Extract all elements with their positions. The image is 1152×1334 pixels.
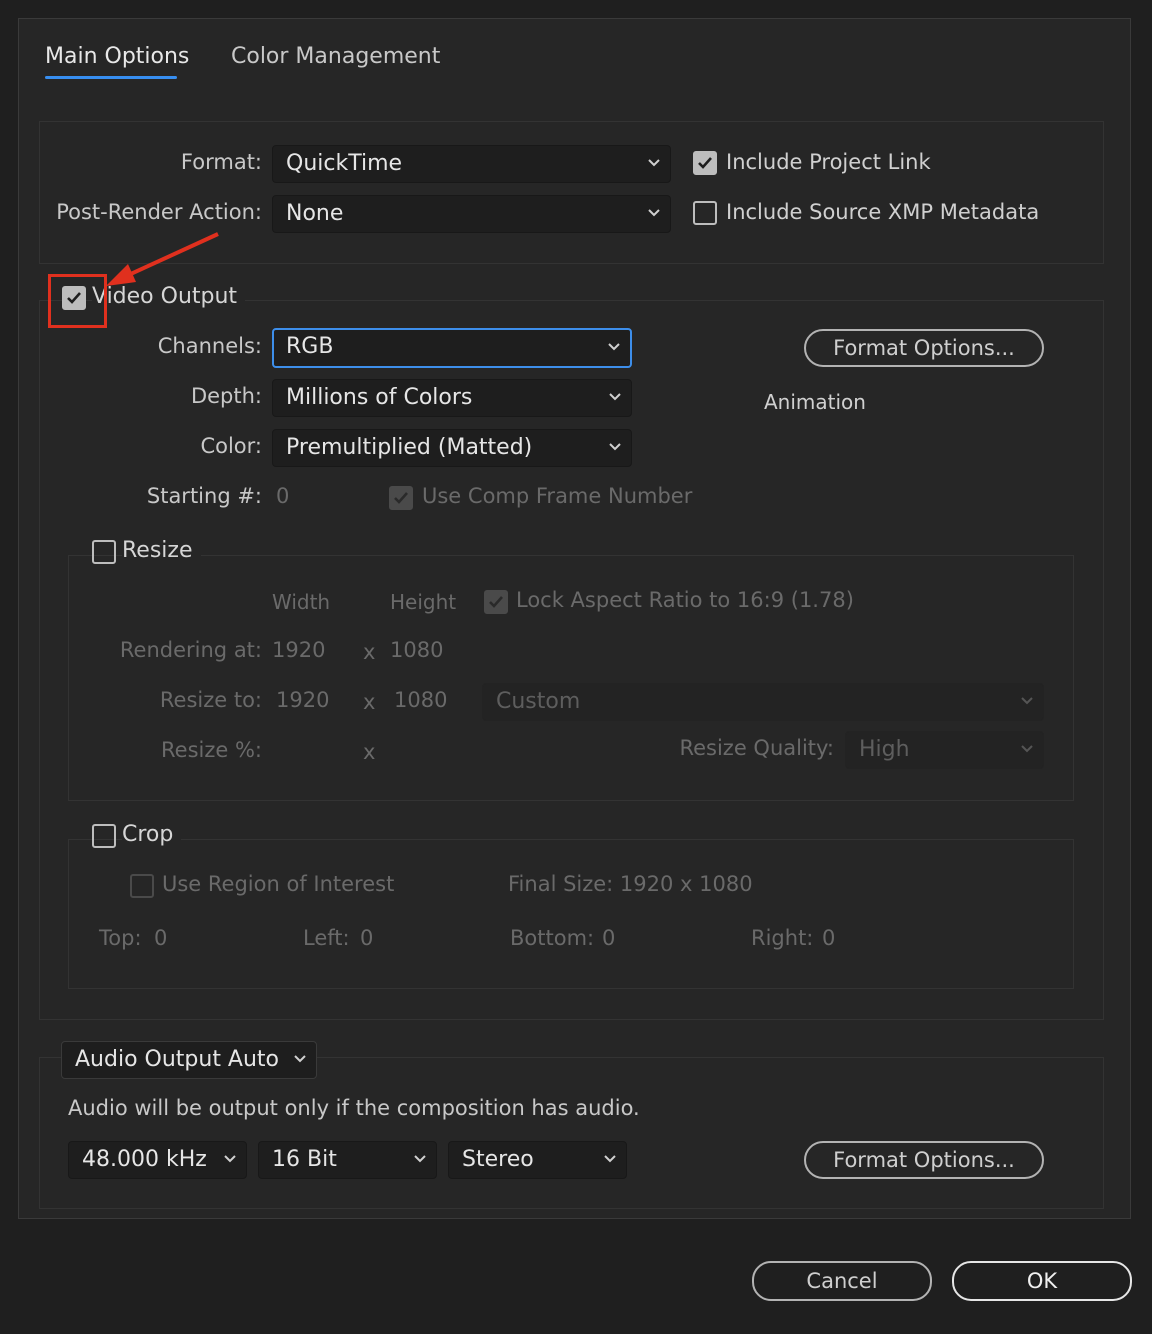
video-format-options-button[interactable]: Format Options...	[804, 329, 1044, 367]
audio-channels-value: Stereo	[462, 1147, 534, 1172]
resize-height-input[interactable]: 1080	[394, 688, 447, 712]
post-render-label: Post-Render Action:	[56, 200, 262, 224]
audio-rate-value: 48.000 kHz	[82, 1147, 207, 1172]
include-xmp-label: Include Source XMP Metadata	[726, 200, 1040, 224]
rendering-width-value: 1920	[272, 638, 326, 662]
starting-number-label: Starting #:	[146, 484, 262, 508]
audio-channels-select[interactable]: Stereo	[448, 1141, 627, 1179]
post-render-select-value: None	[286, 201, 344, 226]
active-tab-indicator	[45, 76, 177, 79]
chevron-down-icon	[609, 443, 621, 453]
use-roi-checkbox[interactable]	[130, 874, 154, 898]
depth-label: Depth:	[190, 384, 262, 408]
chevron-down-icon	[608, 343, 620, 353]
depth-select[interactable]: Millions of Colors	[272, 379, 632, 417]
chevron-down-icon	[1021, 697, 1033, 707]
resize-quality-select[interactable]: High	[845, 731, 1044, 769]
rendering-height-value: 1080	[390, 638, 444, 662]
crop-left-label: Left:	[303, 926, 350, 950]
audio-note: Audio will be output only if the composi…	[68, 1096, 640, 1120]
depth-select-value: Millions of Colors	[286, 385, 473, 410]
include-project-link-label: Include Project Link	[726, 150, 931, 174]
tab-main-options[interactable]: Main Options	[45, 44, 189, 69]
resize-to-label: Resize to:	[159, 688, 262, 712]
resize-title: Resize	[122, 538, 201, 563]
crop-title: Crop	[122, 822, 182, 847]
color-label: Color:	[200, 434, 262, 458]
resize-quality-label: Resize Quality:	[679, 736, 834, 760]
chevron-down-icon	[648, 159, 660, 169]
color-select[interactable]: Premultiplied (Matted)	[272, 429, 632, 467]
audio-bits-value: 16 Bit	[272, 1147, 337, 1172]
audio-panel	[39, 1057, 1104, 1209]
crop-right-value[interactable]: 0	[822, 926, 835, 950]
rendering-at-label: Rendering at:	[119, 638, 262, 662]
chevron-down-icon	[604, 1155, 616, 1165]
resize-quality-value: High	[859, 737, 910, 762]
tab-color-management[interactable]: Color Management	[231, 44, 440, 69]
format-label: Format:	[180, 150, 262, 174]
post-render-select[interactable]: None	[272, 195, 671, 233]
cancel-button[interactable]: Cancel	[752, 1261, 932, 1301]
ok-button[interactable]: OK	[952, 1261, 1132, 1301]
resize-percent-x-symbol: x	[363, 740, 376, 764]
use-comp-frame-label: Use Comp Frame Number	[422, 484, 693, 508]
channels-label: Channels:	[157, 334, 262, 358]
audio-output-mode-select[interactable]: Audio Output Auto	[61, 1041, 317, 1079]
include-project-link-checkbox[interactable]	[693, 151, 717, 175]
annotation-highlight-box	[48, 274, 107, 328]
chevron-down-icon	[414, 1155, 426, 1165]
resize-x-symbol: x	[363, 690, 376, 714]
audio-rate-select[interactable]: 48.000 kHz	[68, 1141, 247, 1179]
audio-output-mode-value: Audio Output Auto	[75, 1047, 280, 1072]
crop-bottom-value[interactable]: 0	[602, 926, 615, 950]
final-size-label: Final Size: 1920 x 1080	[508, 872, 753, 896]
resize-preset-select[interactable]: Custom	[482, 683, 1044, 721]
use-comp-frame-checkbox[interactable]	[389, 486, 413, 510]
audio-bits-select[interactable]: 16 Bit	[258, 1141, 437, 1179]
format-select[interactable]: QuickTime	[272, 145, 671, 183]
chevron-down-icon	[1021, 745, 1033, 755]
resize-width-input[interactable]: 1920	[276, 688, 329, 712]
include-xmp-checkbox[interactable]	[693, 201, 717, 225]
crop-left-value[interactable]: 0	[360, 926, 373, 950]
height-header: Height	[390, 590, 457, 614]
chevron-down-icon	[294, 1055, 306, 1065]
lock-aspect-label: Lock Aspect Ratio to 16:9 (1.78)	[516, 588, 854, 612]
resize-preset-value: Custom	[496, 689, 581, 714]
format-select-value: QuickTime	[286, 151, 403, 176]
crop-right-label: Right:	[751, 926, 814, 950]
crop-panel	[68, 839, 1074, 989]
resize-percent-label: Resize %:	[161, 738, 262, 762]
chevron-down-icon	[224, 1155, 236, 1165]
codec-label: Animation	[764, 390, 866, 414]
channels-select-value: RGB	[286, 334, 334, 359]
audio-format-options-button[interactable]: Format Options...	[804, 1141, 1044, 1179]
crop-top-value[interactable]: 0	[154, 926, 167, 950]
crop-bottom-label: Bottom:	[510, 926, 595, 950]
chevron-down-icon	[648, 209, 660, 219]
crop-top-label: Top:	[99, 926, 142, 950]
rendering-x-symbol: x	[363, 640, 376, 664]
use-roi-label: Use Region of Interest	[162, 872, 395, 896]
starting-number-value[interactable]: 0	[276, 484, 289, 508]
channels-select[interactable]: RGB	[272, 328, 632, 368]
annotation-arrow-icon	[106, 232, 219, 286]
lock-aspect-checkbox[interactable]	[484, 590, 508, 614]
color-select-value: Premultiplied (Matted)	[286, 435, 533, 460]
crop-checkbox[interactable]	[92, 824, 116, 848]
width-header: Width	[272, 590, 331, 614]
resize-checkbox[interactable]	[92, 540, 116, 564]
chevron-down-icon	[609, 393, 621, 403]
